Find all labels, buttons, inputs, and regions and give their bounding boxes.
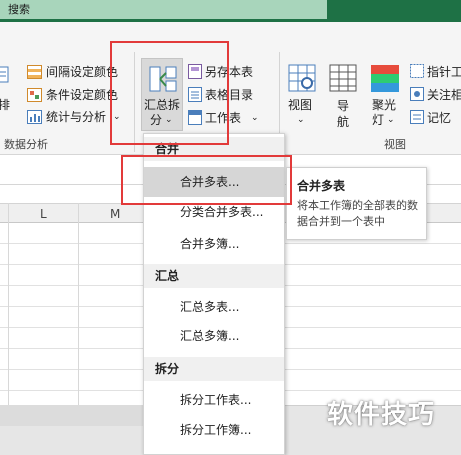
search-label: 搜索 [8, 3, 30, 16]
column-divider [78, 203, 79, 405]
merge-workbooks-item[interactable]: 合并多簿... [144, 229, 284, 259]
view-group-label: 视图 [384, 138, 406, 151]
statistics-icon [27, 110, 42, 124]
sort-icon[interactable] [0, 66, 10, 84]
pointer-tool-button[interactable]: 指针工 [427, 65, 461, 79]
condition-color-button[interactable]: 条件设定颜色 [46, 88, 118, 102]
highlight-box-merge-item [121, 155, 292, 205]
highlight-box-summary-button [110, 41, 229, 145]
search-box[interactable]: 搜索 [0, 0, 327, 19]
menu-section-header-summary: 汇总 [144, 264, 284, 288]
column-header[interactable]: M [110, 207, 120, 221]
memory-icon [410, 110, 424, 124]
condition-color-icon [27, 88, 42, 102]
spotlight-icon [371, 65, 399, 92]
split-worksheet-item[interactable]: 拆分工作表... [144, 385, 284, 415]
sheet-tab-strip[interactable] [0, 405, 145, 426]
chevron-down-icon[interactable]: ⌄ [251, 111, 259, 125]
statistics-button[interactable]: 统计与分析 [46, 110, 106, 124]
chevron-down-icon[interactable]: ⌄ [387, 113, 395, 127]
pointer-tool-icon [410, 64, 424, 78]
focus-button[interactable]: 关注相 [427, 88, 461, 102]
split-workbook-item[interactable]: 拆分工作簿... [144, 415, 284, 445]
interval-color-button[interactable]: 间隔设定颜色 [46, 65, 118, 79]
tooltip-title: 合并多表 [297, 179, 346, 193]
view-icon [288, 64, 316, 92]
merge-sheets-tooltip: 合并多表 将本工作簿的全部表的数据合并到一个表中 [286, 167, 427, 240]
summary-sheets-item[interactable]: 汇总多表... [144, 292, 284, 322]
view-button[interactable]: 视图 [288, 98, 312, 112]
data-analysis-group-label: 数据分析 [4, 138, 48, 151]
tooltip-description: 将本工作簿的全部表的数据合并到一个表中 [297, 199, 418, 228]
memory-button[interactable]: 记忆 [427, 111, 451, 125]
chevron-down-icon[interactable]: ⌄ [297, 113, 305, 127]
menu-section-header-split: 拆分 [144, 357, 284, 381]
focus-icon [410, 87, 424, 101]
navigation-icon [329, 64, 357, 92]
navigation-button[interactable]: 导航 [337, 98, 351, 130]
column-header[interactable]: L [40, 207, 47, 221]
interval-color-icon [27, 65, 42, 79]
title-bar: 搜索 [0, 0, 461, 22]
ribbon-cut-label[interactable]: 排 [0, 98, 10, 112]
watermark-text: 软件技巧 [327, 400, 436, 430]
column-divider [8, 203, 9, 405]
summary-workbooks-item[interactable]: 汇总多簿... [144, 321, 284, 351]
